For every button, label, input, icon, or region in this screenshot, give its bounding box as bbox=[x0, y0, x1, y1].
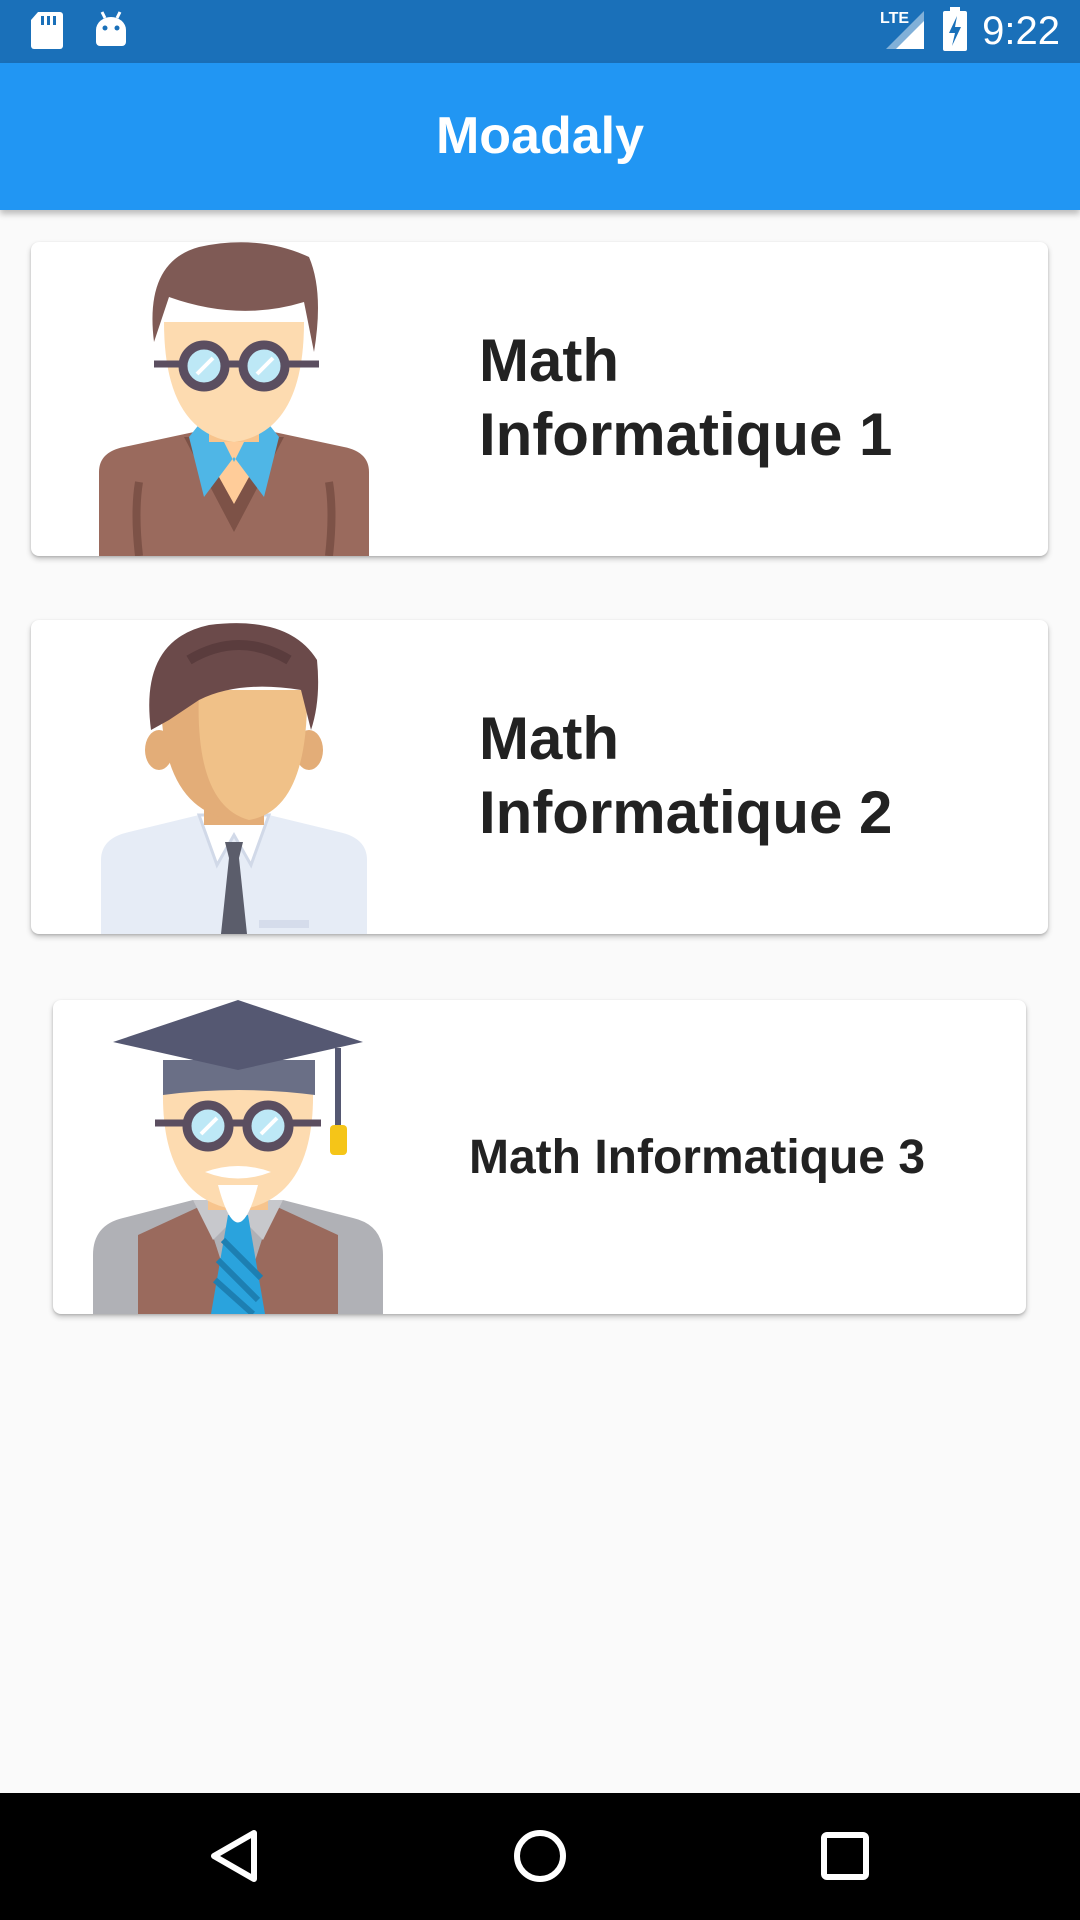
back-triangle-icon[interactable] bbox=[200, 1821, 270, 1891]
course-title: Math Informatique 1 bbox=[479, 327, 893, 468]
app-bar: Moadaly bbox=[0, 63, 1080, 210]
professor-graduate-avatar bbox=[93, 1000, 403, 1314]
course-title: Math Informatique 2 bbox=[479, 705, 893, 846]
battery-charging-icon bbox=[942, 6, 968, 56]
sd-card-icon bbox=[30, 10, 64, 55]
clock: 9:22 bbox=[982, 9, 1060, 53]
status-bar: LTE 9:22 bbox=[0, 0, 1080, 63]
course-card-3[interactable]: Math Informatique 3 bbox=[53, 1000, 1026, 1314]
course-card-2[interactable]: Math Informatique 2 bbox=[31, 620, 1048, 934]
network-label: LTE bbox=[880, 10, 909, 27]
course-card-1[interactable]: Math Informatique 1 bbox=[31, 242, 1048, 556]
course-title: Math Informatique 3 bbox=[469, 1131, 926, 1184]
app-title: Moadaly bbox=[435, 107, 645, 165]
lte-signal-icon: LTE bbox=[880, 7, 928, 56]
home-circle-icon[interactable] bbox=[505, 1821, 575, 1891]
navigation-bar bbox=[0, 1793, 1080, 1920]
businessman-avatar bbox=[89, 620, 379, 934]
recents-square-icon[interactable] bbox=[810, 1821, 880, 1891]
teacher-glasses-avatar bbox=[89, 242, 379, 556]
android-icon bbox=[94, 10, 128, 55]
